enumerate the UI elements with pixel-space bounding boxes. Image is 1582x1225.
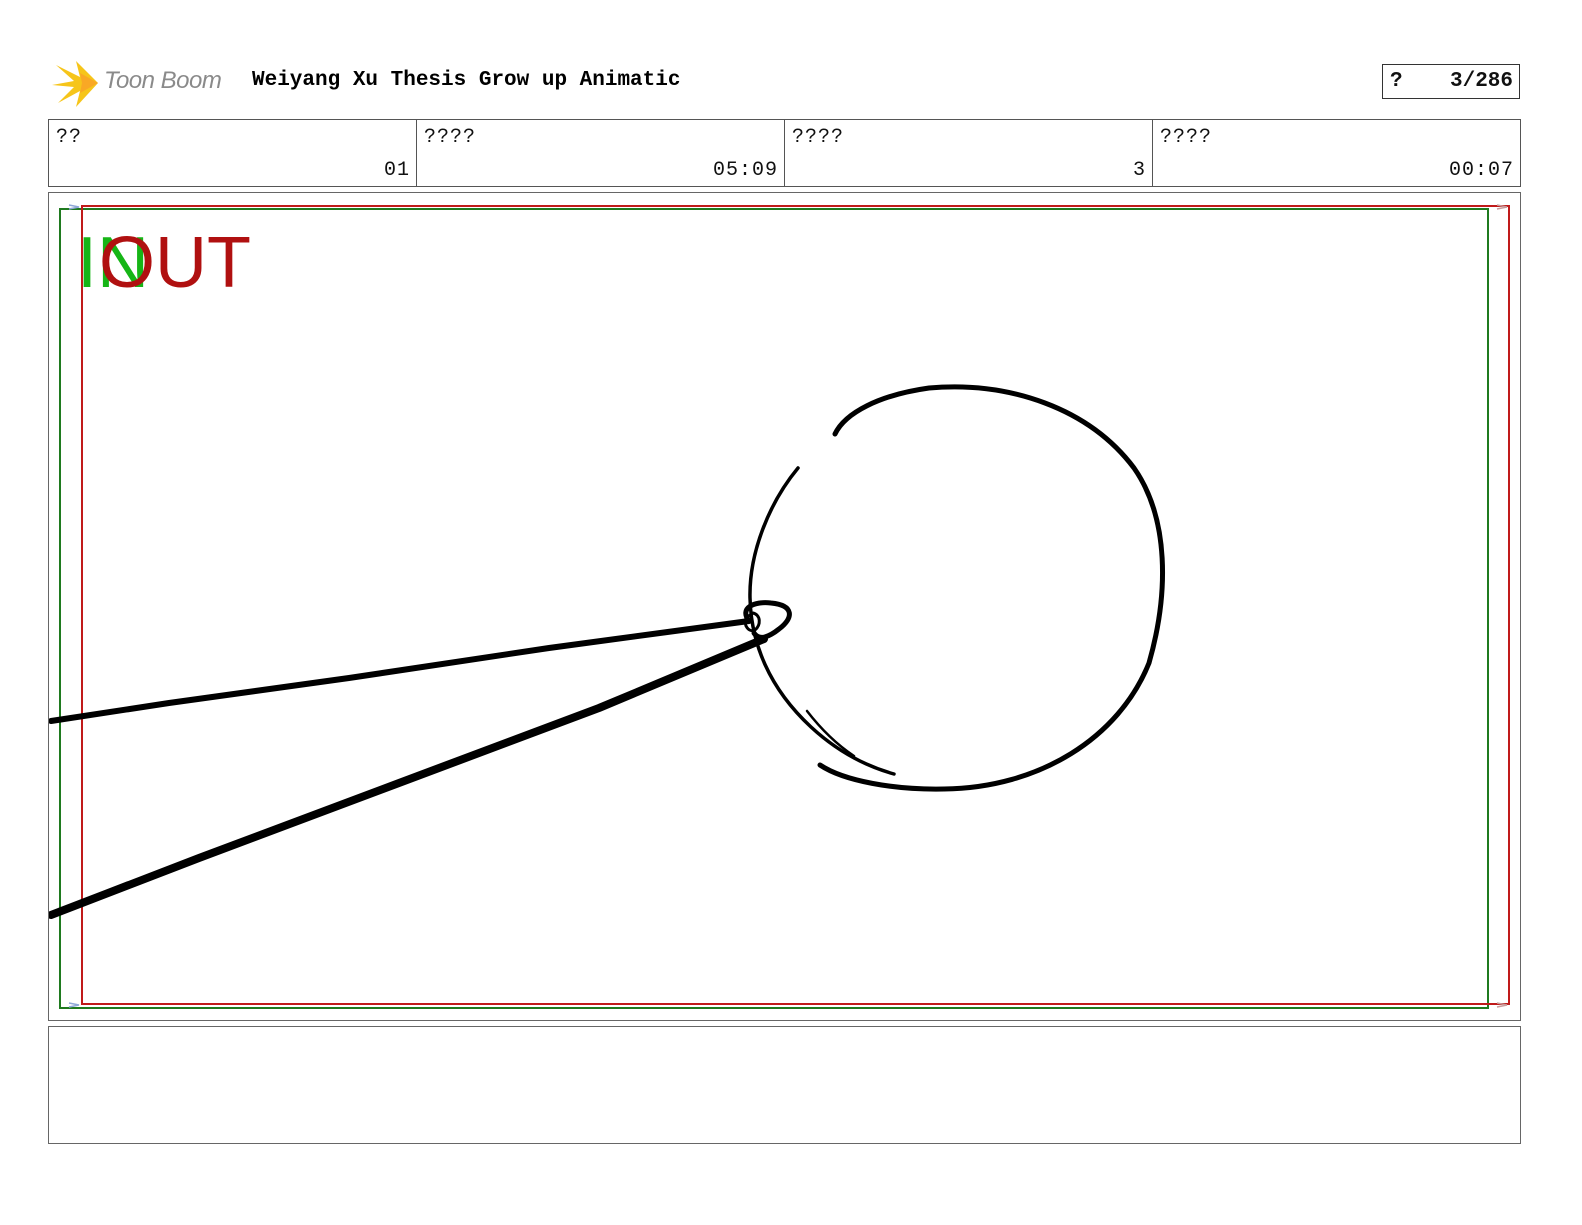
- document-title: Weiyang Xu Thesis Grow up Animatic: [252, 69, 681, 92]
- info-cell-4: ???? 00:07: [1153, 120, 1520, 186]
- logo: Toon Boom: [50, 55, 240, 111]
- info-cell-3: ???? 3: [785, 120, 1153, 186]
- info-label: ????: [424, 126, 477, 149]
- info-value: 3: [1132, 159, 1146, 182]
- logo-text: Toon Boom: [104, 67, 222, 94]
- info-value: 00:07: [1448, 159, 1514, 182]
- page-marker: ?: [1390, 70, 1403, 93]
- frame-corner-marker: [68, 1002, 80, 1008]
- sketch-stick: [49, 600, 792, 919]
- page-number: 3/286: [1449, 70, 1513, 93]
- info-value: 05:09: [712, 159, 778, 182]
- header: Toon Boom Weiyang Xu Thesis Grow up Anim…: [50, 55, 1540, 111]
- storyboard-panel: IN OUT: [48, 192, 1521, 1021]
- toon-boom-starburst-icon: [52, 61, 98, 107]
- camera-frame-out: [81, 205, 1510, 1005]
- info-label: ????: [792, 126, 845, 149]
- info-cell-2: ???? 05:09: [417, 120, 785, 186]
- panel-drawing: [49, 204, 1510, 1009]
- info-label: ??: [56, 126, 83, 149]
- info-label: ????: [1160, 126, 1213, 149]
- info-value: 01: [383, 159, 410, 182]
- out-label: OUT: [99, 223, 251, 303]
- panel-notes-box[interactable]: [48, 1026, 1521, 1144]
- info-cell-scene: ?? 01: [49, 120, 417, 186]
- panel-info-bar: ?? 01 ???? 05:09 ???? 3 ???? 00:07: [48, 119, 1521, 187]
- page-counter: ? 3/286: [1382, 64, 1520, 99]
- camera-frame-in: [59, 208, 1489, 1009]
- sketch-circle: [748, 384, 1165, 792]
